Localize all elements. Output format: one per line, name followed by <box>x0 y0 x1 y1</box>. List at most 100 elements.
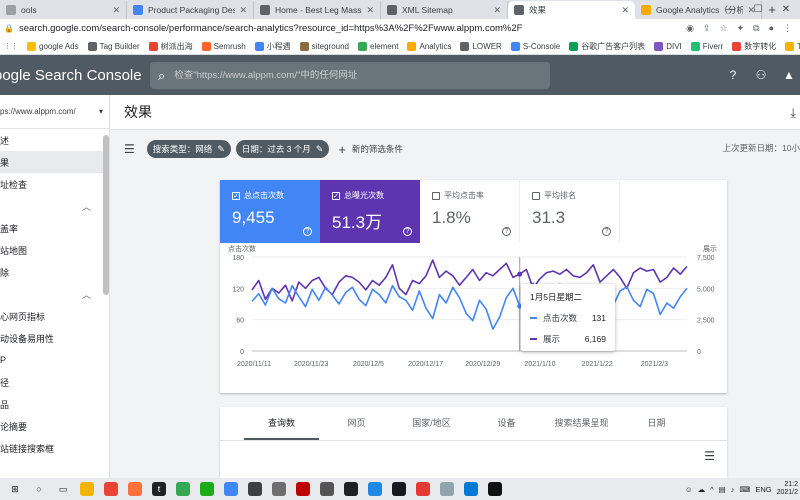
maximize-icon[interactable]: ☐ <box>744 0 772 19</box>
app-icon[interactable] <box>272 482 286 496</box>
bookmark-item[interactable]: DIVI <box>654 41 682 51</box>
browser-tab[interactable]: ools ✕ <box>0 1 127 19</box>
sidebar-nav-item[interactable]: 动设备易用性 <box>0 327 109 349</box>
clock[interactable]: 21:2 2021/2 <box>777 481 798 497</box>
filezilla-icon[interactable] <box>296 482 310 496</box>
people-icon[interactable]: ☺ <box>685 485 693 494</box>
volume-icon[interactable]: ♪ <box>731 485 735 494</box>
app-icon[interactable] <box>416 482 430 496</box>
checkbox[interactable]: ✓ <box>232 191 240 200</box>
file-explorer-icon[interactable] <box>80 482 94 496</box>
bookmark-item[interactable]: LOWER <box>460 41 502 51</box>
product-logo[interactable]: oogle Search Console <box>0 67 144 84</box>
help-icon[interactable]: ? <box>602 227 611 236</box>
report-tab[interactable]: 日期 <box>619 407 694 440</box>
date-range-chip[interactable]: 日期：过去 3 个月 ✎ <box>235 140 330 158</box>
wechat-icon[interactable] <box>200 482 214 496</box>
task-view-icon[interactable]: ▭ <box>56 482 70 496</box>
bookmark-item[interactable]: 数字转化 <box>732 41 776 52</box>
app-icon[interactable] <box>464 482 478 496</box>
app-icon[interactable] <box>224 482 238 496</box>
url-field[interactable]: search.google.com/search-console/perform… <box>19 23 686 34</box>
download-icon[interactable]: ⤓ <box>790 105 796 121</box>
sidebar-nav-item[interactable]: 址检查 <box>0 173 109 195</box>
bookmark-item[interactable]: Analytics <box>407 41 451 51</box>
app-icon[interactable] <box>320 482 334 496</box>
report-tab[interactable]: 搜索结果呈现 <box>544 407 619 440</box>
browser-tab[interactable]: XML Sitemap ✕ <box>381 1 508 19</box>
close-tab-icon[interactable]: ✕ <box>112 5 120 16</box>
chrome-icon[interactable] <box>176 482 190 496</box>
report-tab[interactable]: 网页 <box>319 407 394 440</box>
sidebar-scrollbar[interactable] <box>103 135 109 295</box>
help-icon[interactable]: ? <box>303 227 312 236</box>
close-window-icon[interactable]: ✕ <box>772 0 800 19</box>
sidebar-nav-item[interactable]: 述 <box>0 129 109 151</box>
metric-avg-position[interactable]: 平均排名 31.3? <box>520 180 620 243</box>
bookmark-item[interactable]: 小程遇 <box>254 41 291 52</box>
report-tab[interactable]: 查询数 <box>244 407 319 440</box>
bookmark-item[interactable]: 树派出海 <box>148 41 193 52</box>
steam-icon[interactable] <box>392 482 406 496</box>
browser-tab[interactable]: 效果 ✕ <box>508 1 635 19</box>
sidebar-nav-item[interactable]: 站地图 <box>0 239 109 261</box>
checkbox[interactable] <box>432 191 440 200</box>
property-selector[interactable]: ps://www.alppm.com/ ▾ <box>0 95 109 129</box>
search-type-chip[interactable]: 搜索类型：网络 ✎ <box>146 140 231 158</box>
bookmark-item[interactable]: Tag Builder <box>87 41 140 51</box>
browser-tab[interactable]: Home - Best Leg Massager ✕ <box>254 1 381 19</box>
app-icon[interactable] <box>368 482 382 496</box>
table-filter-icon[interactable]: ☰ <box>704 449 715 463</box>
help-icon[interactable]: ? <box>726 68 740 82</box>
bookmark-item[interactable]: element <box>358 41 398 51</box>
app-icon[interactable] <box>344 482 358 496</box>
network-icon[interactable]: ▤ <box>719 485 726 494</box>
share-icon[interactable]: ⇪ <box>703 23 711 34</box>
sidebar-nav-item[interactable]: 盖率 <box>0 217 109 239</box>
app-icon[interactable]: t <box>152 482 166 496</box>
menu-dots-icon[interactable]: ⋮ <box>783 23 792 34</box>
keyboard-icon[interactable]: ⌨ <box>739 485 750 494</box>
help-icon[interactable]: ? <box>502 227 511 236</box>
help-icon[interactable]: ? <box>403 227 412 236</box>
close-tab-icon[interactable]: ✕ <box>366 5 374 16</box>
firefox-icon[interactable] <box>128 482 142 496</box>
chart-svg[interactable]: 点击次数 展示180 7,500120 5,00060 2,5000 02020/11/1… <box>220 243 727 393</box>
report-tab[interactable]: 国家/地区 <box>394 407 469 440</box>
tray-expand-icon[interactable]: ^ <box>710 485 714 494</box>
user-settings-icon[interactable]: ⚇ <box>754 68 768 82</box>
bookmark-item[interactable]: Fiverr <box>690 41 723 51</box>
cloud-icon[interactable]: ☁ <box>698 485 706 494</box>
filter-icon[interactable]: ☰ <box>124 142 135 156</box>
star-icon[interactable]: ☆ <box>720 23 728 34</box>
browser-tab[interactable]: Product Packaging Design E✕ <box>127 1 254 19</box>
search-icon[interactable]: ⌕ <box>158 68 165 84</box>
add-filter-button[interactable]: + 新的筛选条件 <box>338 142 403 157</box>
app-icon[interactable] <box>488 482 502 496</box>
report-tab[interactable]: 设备 <box>469 407 544 440</box>
notifications-icon[interactable]: ▲ <box>782 68 796 82</box>
profile-icon[interactable]: ● <box>769 23 774 34</box>
metric-total-impressions[interactable]: ✓ 总曝光次数 51.3万? <box>320 180 420 243</box>
search-icon[interactable]: ○ <box>32 482 46 496</box>
close-tab-icon[interactable]: ✕ <box>493 5 501 16</box>
sidebar-nav-item[interactable]: 品 <box>0 393 109 415</box>
bookmark-item[interactable]: siteground <box>299 41 349 51</box>
sidebar-nav-item[interactable]: 心网页指标 <box>0 305 109 327</box>
sidebar-nav-item[interactable]: 径 <box>0 371 109 393</box>
bookmark-item[interactable]: Tool <box>785 41 800 51</box>
bookmark-item[interactable]: S-Console <box>510 41 560 51</box>
close-tab-icon[interactable]: ✕ <box>239 5 247 16</box>
puzzle-icon[interactable]: ⧉ <box>753 23 759 34</box>
sidebar-nav-item[interactable]: P <box>0 349 109 371</box>
bookmark-item[interactable]: google Ads <box>27 41 79 51</box>
checkbox[interactable] <box>532 191 540 200</box>
windows-start-icon[interactable]: ⊞ <box>8 482 22 496</box>
language-indicator[interactable]: ENG <box>755 485 771 494</box>
sidebar-nav-item[interactable]: 站链接搜索框 <box>0 437 109 459</box>
checkbox[interactable]: ✓ <box>332 191 340 200</box>
app-icon[interactable] <box>248 482 262 496</box>
lock-icon[interactable]: 🔒 <box>4 24 14 33</box>
bookmark-item[interactable]: Semrush <box>201 41 246 51</box>
bookmark-item[interactable]: 谷歌广告客户列表 <box>569 41 645 52</box>
